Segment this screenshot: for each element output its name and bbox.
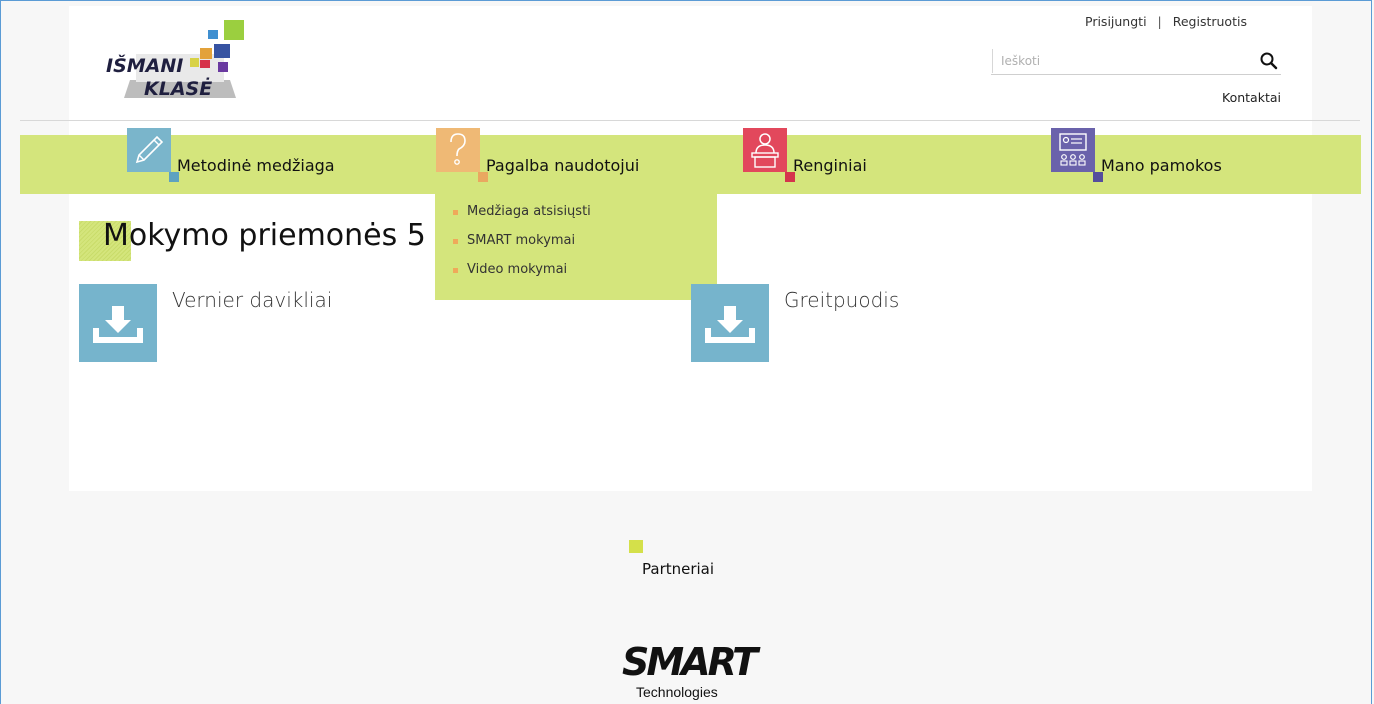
pencil-icon [127,128,171,172]
site-logo[interactable]: IŠMANI KLASĖ [106,20,246,102]
login-link[interactable]: Prisijungti [1085,14,1147,29]
question-icon [436,128,480,172]
link-separator: | [1157,14,1162,29]
smart-logo-text: SMART [622,640,761,684]
partners-marker [629,540,643,553]
logo-text-bottom: KLASĖ [144,76,212,100]
nav-label-events: Renginiai [793,156,867,175]
dropdown-item-video-training[interactable]: Video mokymai [453,260,717,289]
search-input[interactable] [992,49,1242,73]
nav-label-my-lessons: Mano pamokos [1101,156,1222,175]
search-icon[interactable] [1259,51,1279,71]
nav-label-user-help: Pagalba naudotojui [486,156,640,175]
account-links: Prisijungti | Registruotis [1085,14,1247,29]
download-icon [79,284,157,362]
download-icon [691,284,769,362]
smart-technologies-logo[interactable]: SMART Technologies [618,637,764,704]
page-title: Mokymo priemonės 5 [103,218,426,253]
smart-logo-subtext: Technologies [636,684,718,700]
download-label-pressure-cooker: Greitpuodis [784,288,900,312]
register-link[interactable]: Registruotis [1173,14,1247,29]
dropdown-item-smart-training[interactable]: SMART mokymai [453,231,717,260]
contact-link[interactable]: Kontaktai [1222,90,1281,105]
partners-heading: Partneriai [642,560,715,578]
search-form [991,49,1281,75]
presenter-icon [743,128,787,172]
download-label-vernier: Vernier davikliai [172,288,333,312]
dropdown-item-download-material[interactable]: Medžiaga atsisiųsti [453,202,717,231]
classroom-icon [1051,128,1095,172]
header-divider [20,120,1360,121]
user-help-dropdown: Medžiaga atsisiųsti SMART mokymai Video … [435,194,717,300]
nav-label-methodical-material: Metodinė medžiaga [177,156,335,175]
logo-text-top: IŠMANI [106,53,183,77]
